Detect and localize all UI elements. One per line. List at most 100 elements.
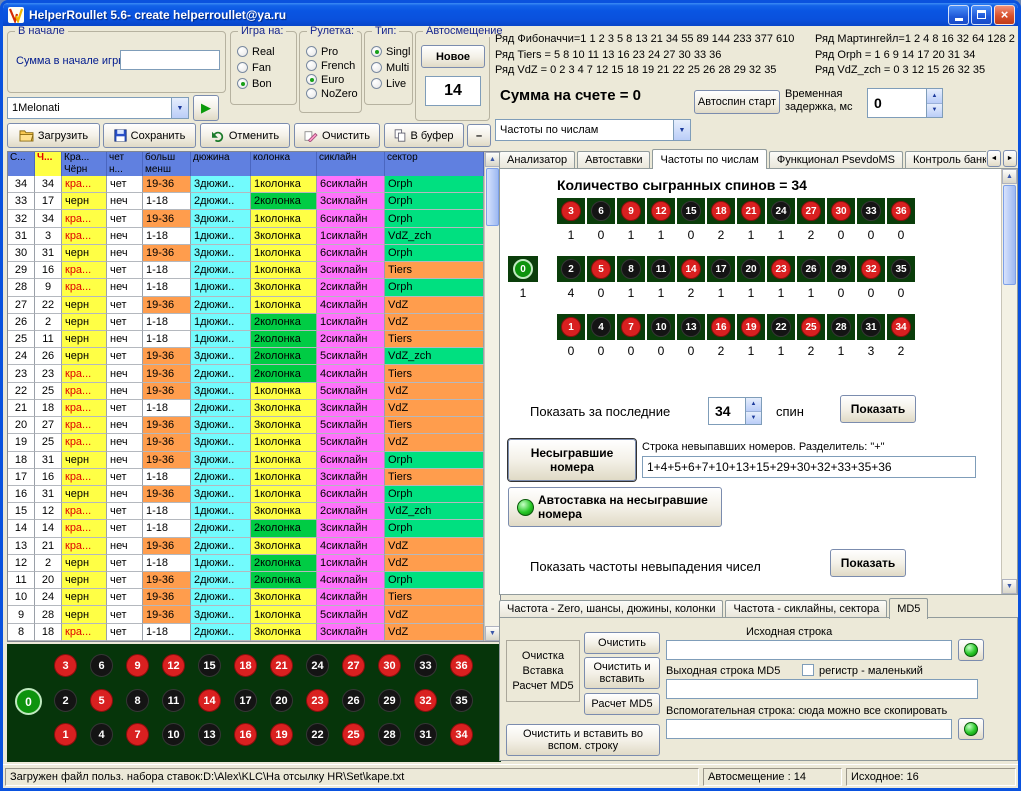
number-cell[interactable]: 14 <box>198 689 221 712</box>
number-cell[interactable]: 16 <box>234 723 257 746</box>
missed-numbers-button[interactable]: Несыгравшие номера <box>508 439 636 481</box>
column-header[interactable]: сектор <box>385 152 484 164</box>
number-cell[interactable]: 31 <box>414 723 437 746</box>
history-row[interactable]: 10 24 черн чет 19-36 2дюжи.. 3колонка 4с… <box>8 589 484 606</box>
number-cell[interactable]: 27 <box>342 654 365 677</box>
number-cell[interactable]: 36 <box>450 654 473 677</box>
clear-button[interactable]: Очистить <box>294 123 380 148</box>
column-header[interactable]: больш <box>143 152 191 164</box>
radio-option[interactable]: Singl <box>371 45 410 58</box>
number-cell[interactable]: 30 <box>378 654 401 677</box>
show-last-button[interactable]: Показать <box>840 395 916 423</box>
history-row[interactable]: 25 11 черн неч 1-18 1дюжи.. 2колонка 2си… <box>8 331 484 348</box>
column-header[interactable]: С... <box>8 152 35 164</box>
autospin-start-button[interactable]: Автоспин старт <box>694 90 780 114</box>
copy-to-buffer-button[interactable]: В буфер <box>384 123 464 148</box>
radio-option[interactable]: Pro <box>306 45 358 58</box>
scroll-thumb[interactable] <box>1003 185 1016 285</box>
history-row[interactable]: 24 26 черн чет 19-36 3дюжи.. 2колонка 5с… <box>8 348 484 365</box>
spin-down-icon[interactable]: ▼ <box>746 412 761 425</box>
close-button[interactable]: × <box>994 5 1015 25</box>
history-scrollbar[interactable]: ▲ ▼ <box>484 152 500 641</box>
history-row[interactable]: 32 34 кра... чет 19-36 3дюжи.. 1колонка … <box>8 210 484 227</box>
number-cell[interactable]: 9 <box>126 654 149 677</box>
number-cell[interactable]: 33 <box>414 654 437 677</box>
history-row[interactable]: 33 17 черн неч 1-18 2дюжи.. 2колонка 3си… <box>8 193 484 210</box>
scroll-up-icon[interactable]: ▲ <box>485 152 500 167</box>
mode-combo[interactable]: Частоты по числам ▼ <box>495 119 691 141</box>
number-cell[interactable]: 29 <box>378 689 401 712</box>
maximize-button[interactable] <box>971 5 992 25</box>
number-cell[interactable]: 8 <box>126 689 149 712</box>
column-header[interactable]: дюжина <box>191 152 251 164</box>
number-cell[interactable]: 34 <box>450 723 473 746</box>
number-cell[interactable]: 24 <box>306 654 329 677</box>
radio-option[interactable]: Live <box>371 77 410 90</box>
scroll-down-icon[interactable]: ▼ <box>485 626 500 641</box>
number-cell[interactable]: 1 <box>54 723 77 746</box>
history-row[interactable]: 28 9 кра... неч 1-18 1дюжи.. 3колонка 2с… <box>8 279 484 296</box>
column-header[interactable]: Ч... <box>35 152 62 164</box>
number-cell[interactable]: 11 <box>162 689 185 712</box>
number-cell[interactable]: 5 <box>90 689 113 712</box>
history-row[interactable]: 12 2 черн чет 1-18 1дюжи.. 2колонка 1сик… <box>8 555 484 572</box>
tab-scroll-left-icon[interactable]: ◄ <box>987 150 1001 167</box>
number-cell[interactable]: 35 <box>450 689 473 712</box>
md5-clear-paste-aux-button[interactable]: Очистить и вставить во вспом. строку <box>506 724 660 756</box>
number-cell[interactable]: 22 <box>306 723 329 746</box>
play-button[interactable]: ▶ <box>193 95 219 121</box>
load-button[interactable]: Загрузить <box>7 123 100 148</box>
number-cell[interactable]: 6 <box>90 654 113 677</box>
panel-scrollbar[interactable]: ▲ ▼ <box>1001 169 1017 594</box>
number-cell[interactable]: 15 <box>198 654 221 677</box>
history-row[interactable]: 30 31 черн неч 19-36 3дюжи.. 1колонка 6с… <box>8 245 484 262</box>
spin-up-icon[interactable]: ▲ <box>927 89 942 104</box>
number-cell[interactable]: 18 <box>234 654 257 677</box>
show-nofall-button[interactable]: Показать <box>830 549 906 577</box>
undo-button[interactable]: Отменить <box>200 123 290 148</box>
column-header[interactable]: Кра... <box>62 152 107 164</box>
scroll-up-icon[interactable]: ▲ <box>1002 169 1017 184</box>
history-row[interactable]: 22 25 кра... неч 19-36 3дюжи.. 1колонка … <box>8 383 484 400</box>
radio-option[interactable]: Bon <box>237 77 275 90</box>
history-row[interactable]: 16 31 черн неч 19-36 3дюжи.. 1колонка 6с… <box>8 486 484 503</box>
md5-clear-button[interactable]: Очистить <box>584 632 660 654</box>
tab[interactable]: Автоставки <box>577 151 650 169</box>
history-row[interactable]: 11 20 черн чет 19-36 2дюжи.. 2колонка 4с… <box>8 572 484 589</box>
number-cell[interactable]: 4 <box>90 723 113 746</box>
history-row[interactable]: 26 2 черн чет 1-18 1дюжи.. 2колонка 1сик… <box>8 314 484 331</box>
radio-option[interactable]: French <box>306 59 358 72</box>
number-cell[interactable]: 25 <box>342 723 365 746</box>
number-cell[interactable]: 17 <box>234 689 257 712</box>
number-cell[interactable]: 3 <box>54 654 77 677</box>
new-shift-button[interactable]: Новое <box>421 45 485 68</box>
history-row[interactable]: 15 12 кра... чет 1-18 1дюжи.. 3колонка 2… <box>8 503 484 520</box>
history-row[interactable]: 17 16 кра... чет 1-18 2дюжи.. 1колонка 3… <box>8 469 484 486</box>
column-header[interactable]: чет <box>107 152 143 164</box>
titlebar[interactable]: HelperRoullet 5.6- create helperroullet@… <box>3 3 1018 26</box>
delay-spinner[interactable]: 0 ▲ ▼ <box>867 88 943 118</box>
number-cell[interactable]: 26 <box>342 689 365 712</box>
number-cell[interactable]: 32 <box>414 689 437 712</box>
zero-cell[interactable]: 0 <box>15 688 42 715</box>
md5-source-input[interactable] <box>666 640 952 660</box>
radio-option[interactable]: Euro <box>306 73 358 86</box>
combo-dropdown-icon[interactable]: ▼ <box>171 98 188 118</box>
tab-scroll-right-icon[interactable]: ► <box>1003 150 1017 167</box>
history-row[interactable]: 14 14 кра... чет 1-18 2дюжи.. 2колонка 3… <box>8 520 484 537</box>
md5-clear-paste-button[interactable]: Очистить и вставить <box>584 657 660 689</box>
number-cell[interactable]: 13 <box>198 723 221 746</box>
number-cell[interactable]: 7 <box>126 723 149 746</box>
history-row[interactable]: 9 28 черн чет 19-36 3дюжи.. 1колонка 5си… <box>8 606 484 623</box>
md5-output-input[interactable] <box>666 679 978 699</box>
history-row[interactable]: 18 31 черн неч 19-36 3дюжи.. 1колонка 6с… <box>8 452 484 469</box>
radio-option[interactable]: NoZero <box>306 87 358 100</box>
minimize-button[interactable] <box>948 5 969 25</box>
autobet-missed-button[interactable]: Автоставка на несыгравшие номера <box>508 487 722 527</box>
scroll-down-icon[interactable]: ▼ <box>1002 579 1017 594</box>
md5-source-ball-button[interactable] <box>958 639 984 661</box>
tab[interactable]: Функционал PsevdoMS <box>769 151 903 169</box>
number-cell[interactable]: 21 <box>270 654 293 677</box>
tab[interactable]: Анализатор <box>499 151 575 169</box>
md5-calc-button[interactable]: Расчет MD5 <box>584 693 660 715</box>
